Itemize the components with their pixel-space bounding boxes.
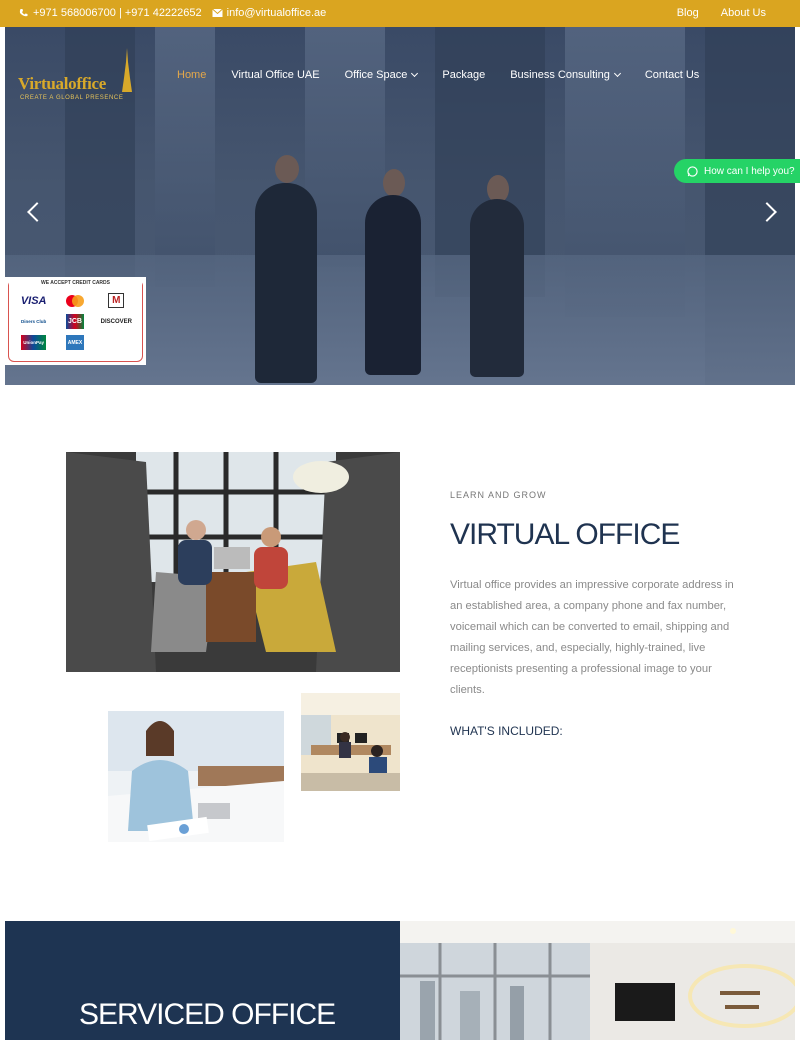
diners-club-logo: Diners Club [21, 319, 47, 324]
discover-logo: DISCOVER [100, 318, 132, 325]
whatsapp-label: How can I help you? [704, 165, 795, 177]
m-card-logo: M [108, 293, 125, 308]
phone-icon [19, 9, 28, 17]
main-nav: Home Virtual Office UAE Office Space Pac… [177, 69, 724, 81]
tower-icon [122, 48, 132, 92]
email-link[interactable]: info@virtualoffice.ae [227, 7, 327, 19]
nav-home[interactable]: Home [177, 69, 206, 81]
whatsapp-chat-button[interactable]: How can I help you? [674, 159, 800, 183]
walking-person [365, 195, 421, 375]
logo-tagline: CREATE A GLOBAL PRESENCE [20, 95, 124, 101]
logo-name: Virtualoffice [18, 74, 106, 93]
nav-business-consulting[interactable]: Business Consulting [510, 69, 621, 81]
jcb-logo: JCB [65, 314, 84, 329]
walking-person [255, 183, 317, 383]
hero-bg-building [155, 27, 215, 287]
meeting-photo [66, 452, 400, 672]
person-head [383, 169, 405, 197]
serviced-office-panel: SERVICED OFFICE [5, 921, 400, 1040]
site-logo[interactable]: Virtualoffice CREATE A GLOBAL PRESENCE [14, 40, 144, 110]
chevron-down-icon [411, 69, 419, 78]
unionpay-logo: UnionPay [21, 335, 47, 350]
whats-included-heading: WHAT'S INCLUDED: [450, 724, 563, 738]
woman-desk-photo [108, 711, 284, 842]
phone-numbers[interactable]: +971 568006700 | +971 42222652 [33, 7, 202, 19]
nav-label: Contact Us [644, 69, 700, 81]
nav-label: Business Consulting [510, 69, 610, 81]
person-head [275, 155, 299, 183]
amex-logo: AMEX [65, 335, 85, 350]
visa-logo: VISA [20, 294, 47, 307]
serviced-office-photo [400, 921, 795, 1040]
contact-info: +971 568006700 | +971 42222652 info@virt… [18, 7, 326, 19]
top-bar: +971 568006700 | +971 42222652 info@virt… [0, 0, 800, 27]
nav-label: Package [442, 69, 486, 81]
nav-label: Virtual Office UAE [231, 69, 320, 81]
cards-title: WE ACCEPT CREDIT CARDS [9, 280, 142, 286]
section-eyebrow: LEARN AND GROW [450, 490, 547, 500]
chevron-down-icon [613, 69, 621, 78]
nav-virtual-office-uae[interactable]: Virtual Office UAE [231, 69, 319, 81]
mastercard-logo [64, 293, 86, 308]
blog-link[interactable]: Blog [677, 7, 699, 19]
section-title: VIRTUAL OFFICE [450, 518, 680, 551]
nav-package[interactable]: Package [442, 69, 485, 81]
credit-cards-badge: WE ACCEPT CREDIT CARDS VISA M Diners Clu… [5, 277, 146, 365]
serviced-office-title: SERVICED OFFICE [79, 998, 336, 1031]
nav-contact-us[interactable]: Contact Us [645, 69, 699, 81]
whatsapp-icon [687, 165, 698, 177]
nav-label: Home [177, 69, 207, 81]
section-description: Virtual office provides an impressive co… [450, 579, 734, 696]
open-office-photo [301, 693, 400, 791]
about-us-link[interactable]: About Us [721, 7, 766, 19]
envelope-icon [211, 8, 223, 17]
nav-label: Office Space [344, 69, 408, 81]
walking-person [470, 199, 524, 377]
nav-office-space[interactable]: Office Space [344, 69, 419, 81]
